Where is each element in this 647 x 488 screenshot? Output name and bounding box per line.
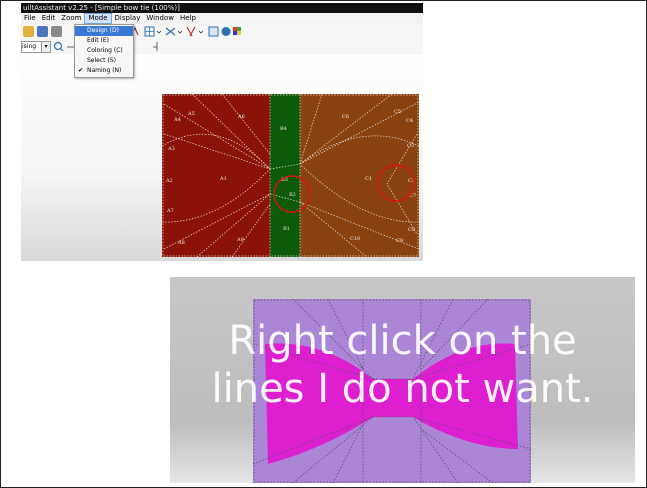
svg-text:C5: C5 [394, 109, 401, 115]
caption-line-2: lines I do not want. [211, 366, 594, 412]
svg-text:A6: A6 [237, 114, 245, 120]
design-canvas[interactable]: A5 A4 A6 A3 A2 A1 A7 A8 A9 B4 B3 B2 B1 C… [21, 54, 423, 261]
svg-text:C10: C10 [350, 236, 360, 242]
menu-item-label: Edit (E) [87, 37, 109, 44]
app-screenshot: uiltAssistant v2.25 - [Simple bow tie (1… [21, 3, 423, 261]
window-title: uiltAssistant v2.25 - [Simple bow tie (1… [21, 3, 423, 13]
svg-text:B4: B4 [280, 126, 287, 132]
svg-text:B2: B2 [289, 192, 296, 198]
svg-text:B1: B1 [283, 226, 290, 232]
chevron-down-icon[interactable]: ▾ [41, 42, 50, 52]
svg-text:A3: A3 [167, 146, 175, 152]
caption-screenshot: Right click on the lines I do not want. [170, 277, 635, 483]
slider-end [153, 42, 158, 51]
menu-item-label: Select (S) [87, 57, 116, 64]
menu-zoom[interactable]: Zoom [58, 13, 84, 24]
menubar: File Edit Zoom Mode Display Window Help [21, 13, 423, 24]
chevron-down-icon [177, 30, 183, 34]
menu-item-label: Coloring (C) [87, 47, 123, 54]
svg-text:C3: C3 [407, 143, 414, 149]
menu-item-naming[interactable]: ✔ Naming (N) [75, 66, 133, 76]
save-icon[interactable] [37, 26, 48, 37]
chevron-down-icon [198, 30, 204, 34]
svg-text:C9: C9 [396, 238, 403, 244]
menu-display[interactable]: Display [112, 13, 144, 24]
caption-line-1: Right click on the [228, 318, 577, 364]
bow-tie-design[interactable]: A5 A4 A6 A3 A2 A1 A7 A8 A9 B4 B3 B2 B1 C… [162, 94, 419, 257]
center-section [270, 94, 300, 257]
menu-item-label: Design (D) [87, 27, 119, 34]
toolbar-icons [130, 26, 241, 37]
combo-value: ising [22, 43, 37, 50]
chevron-down-icon [156, 30, 162, 34]
menu-item-design[interactable]: Design (D) [75, 26, 133, 36]
caption-text: Right click on the lines I do not want. [170, 317, 635, 413]
menu-window[interactable]: Window [143, 13, 177, 24]
svg-text:C8: C8 [408, 227, 415, 233]
zoom-icon [53, 41, 63, 51]
mode-combo[interactable]: ising ▾ [21, 41, 51, 53]
menu-edit[interactable]: Edit [39, 13, 59, 24]
settings-icon [221, 27, 231, 36]
open-icon[interactable] [23, 26, 34, 37]
mode-menu-dropdown: Design (D) Edit (E) Coloring (C) Select … [74, 24, 134, 78]
svg-text:A2: A2 [165, 178, 173, 184]
svg-text:A8: A8 [177, 240, 185, 246]
svg-text:A9: A9 [236, 237, 244, 243]
line-icon [165, 27, 176, 36]
svg-text:A5: A5 [187, 111, 195, 117]
grid-lines [145, 27, 154, 36]
right-section [300, 94, 419, 257]
menu-file[interactable]: File [21, 13, 39, 24]
menu-help[interactable]: Help [177, 13, 199, 24]
svg-text:A4: A4 [173, 117, 181, 123]
svg-text:C1: C1 [365, 176, 372, 182]
menu-item-select[interactable]: Select (S) [75, 56, 133, 66]
menu-item-label: Naming (N) [87, 67, 122, 74]
palette-icon [237, 31, 241, 35]
svg-text:A7: A7 [166, 208, 174, 214]
menu-item-edit[interactable]: Edit (E) [75, 36, 133, 46]
svg-text:C4: C4 [406, 118, 413, 124]
layers-icon [208, 26, 219, 37]
svg-text:A1: A1 [219, 176, 227, 182]
svg-text:C6: C6 [342, 114, 349, 120]
print-icon[interactable] [51, 26, 62, 37]
menu-item-coloring[interactable]: Coloring (C) [75, 46, 133, 56]
scissors-icon [186, 26, 196, 37]
menu-mode[interactable]: Mode [84, 13, 112, 24]
check-icon: ✔ [78, 67, 84, 74]
